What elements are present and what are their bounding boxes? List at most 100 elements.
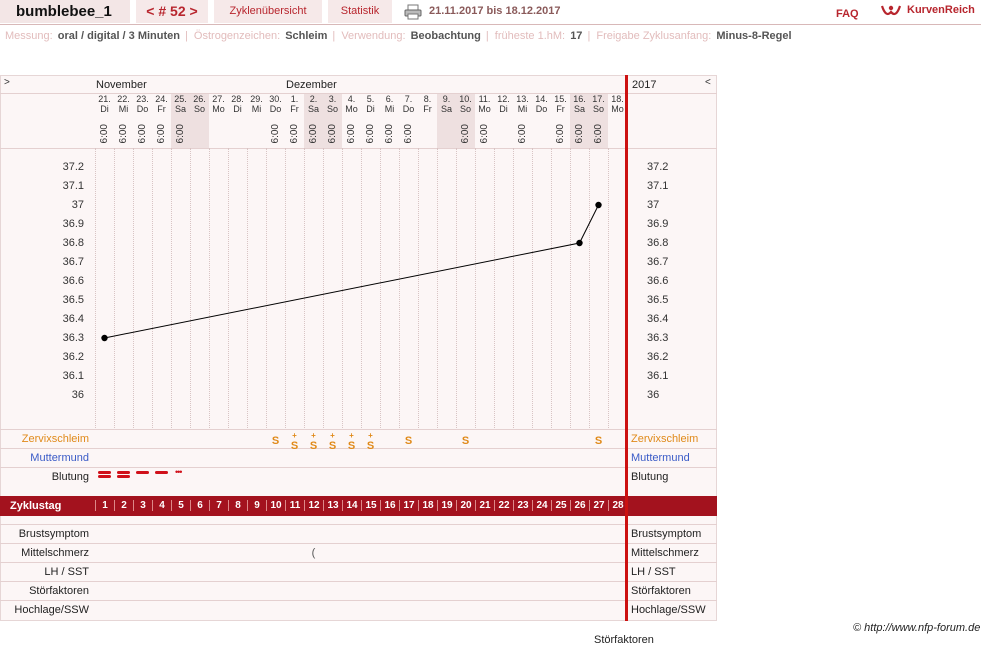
faq-link[interactable]: FAQ <box>836 8 859 20</box>
mittelschmerz-mark[interactable]: ( <box>304 548 323 559</box>
day-weekday: Mi <box>251 104 262 114</box>
day-column-header[interactable]: 29. Mi <box>247 94 266 148</box>
expand-left-toggle[interactable]: > <box>4 77 10 88</box>
cycle-selector[interactable]: < # 52 > <box>136 0 208 23</box>
day-number: 15. <box>554 94 567 104</box>
cycle-day-number[interactable]: 12 <box>304 500 323 511</box>
cycle-day-number[interactable]: 1 <box>95 500 114 511</box>
cycle-day-number[interactable]: 23 <box>513 500 532 511</box>
cycle-day-number[interactable]: 10 <box>266 500 285 511</box>
cycle-day-number[interactable]: 6 <box>190 500 209 511</box>
day-column-header[interactable]: 12. Di <box>494 94 513 148</box>
cycle-day-number[interactable]: 2 <box>114 500 133 511</box>
day-column-header[interactable]: 9. Sa <box>437 94 456 148</box>
messung-value: oral / digital / 3 Minuten <box>57 30 180 42</box>
day-weekday: Sa <box>174 104 186 114</box>
freigabe-label: Freigabe Zyklusanfang: <box>596 30 712 42</box>
cycle-day-number[interactable]: 7 <box>209 500 228 511</box>
cycle-day-number[interactable]: 20 <box>456 500 475 511</box>
temp-tick-label: 37 <box>71 199 84 211</box>
day-column-header[interactable]: 14. Do <box>532 94 551 148</box>
expand-right-toggle[interactable]: < <box>705 77 711 88</box>
measure-time: 6:00 <box>327 124 338 144</box>
cycle-day-number[interactable]: 26 <box>570 500 589 511</box>
zervix-mark[interactable]: + S <box>285 430 304 452</box>
cycle-day-number[interactable]: 14 <box>342 500 361 511</box>
cycle-day-number[interactable]: 9 <box>247 500 266 511</box>
day-column-header[interactable]: 15. Fr 6:00 <box>551 94 570 148</box>
copyright[interactable]: © http://www.nfp-forum.de <box>853 622 980 634</box>
hm-label: früheste 1.hM: <box>494 30 566 42</box>
day-column-header[interactable]: 6. Mi 6:00 <box>380 94 399 148</box>
temp-tick-label-right: 36.2 <box>647 351 669 363</box>
cycle-day-number[interactable]: 16 <box>380 500 399 511</box>
grid-line <box>418 148 419 428</box>
row-label-stoerfaktoren: Störfaktoren <box>29 585 89 597</box>
day-column-header[interactable]: 7. Do 6:00 <box>399 94 418 148</box>
day-column-header[interactable]: 24. Fr 6:00 <box>152 94 171 148</box>
cycle-day-number[interactable]: 13 <box>323 500 342 511</box>
bleeding-mark[interactable] <box>155 471 168 478</box>
bleeding-mark[interactable] <box>98 471 111 478</box>
cycle-day-number[interactable]: 5 <box>171 500 190 511</box>
cycle-day-number[interactable]: 3 <box>133 500 152 511</box>
zervix-mark[interactable]: + S <box>361 430 380 452</box>
day-column-header[interactable]: 16. Sa 6:00 <box>570 94 589 148</box>
day-column-header[interactable]: 26. So <box>190 94 209 148</box>
cycle-day-number[interactable]: 24 <box>532 500 551 511</box>
day-column-header[interactable]: 30. Do 6:00 <box>266 94 285 148</box>
day-column-header[interactable]: 27. Mo <box>209 94 228 148</box>
measure-time: 6:00 <box>308 124 319 144</box>
temp-tick-label-right: 36.8 <box>647 237 669 249</box>
grid-line <box>608 148 609 428</box>
zervix-mark[interactable]: S <box>589 436 608 447</box>
zervix-mark[interactable]: S <box>399 436 418 447</box>
day-column-header[interactable]: 10. So 6:00 <box>456 94 475 148</box>
day-column-header[interactable]: 13. Mi 6:00 <box>513 94 532 148</box>
day-column-header[interactable]: 25. Sa 6:00 <box>171 94 190 148</box>
divider <box>0 581 717 582</box>
day-column-header[interactable]: 8. Fr <box>418 94 437 148</box>
cycle-day-number[interactable]: 19 <box>437 500 456 511</box>
day-column-header[interactable]: 11. Mo 6:00 <box>475 94 494 148</box>
day-column-header[interactable]: 2. Sa 6:00 <box>304 94 323 148</box>
day-column-header[interactable]: 22. Mi 6:00 <box>114 94 133 148</box>
cycle-day-number[interactable]: 8 <box>228 500 247 511</box>
cycle-day-number[interactable]: 17 <box>399 500 418 511</box>
cycle-day-number[interactable]: 4 <box>152 500 171 511</box>
cycle-day-number[interactable]: 25 <box>551 500 570 511</box>
bleeding-mark[interactable] <box>117 471 130 478</box>
zervix-mark[interactable]: + S <box>342 430 361 452</box>
zervix-mark[interactable]: + S <box>323 430 342 452</box>
zervix-mark[interactable]: + S <box>304 430 323 452</box>
zervix-mark[interactable]: S <box>456 436 475 447</box>
day-column-header[interactable]: 4. Mo 6:00 <box>342 94 361 148</box>
cycle-day-number[interactable]: 22 <box>494 500 513 511</box>
grid-line <box>361 148 362 428</box>
measure-time: 6:00 <box>118 124 129 144</box>
day-column-header[interactable]: 23. Do 6:00 <box>133 94 152 148</box>
grid-line <box>342 148 343 428</box>
day-number: 6. <box>385 94 394 104</box>
day-column-header[interactable]: 3. So 6:00 <box>323 94 342 148</box>
tab-cycle-overview[interactable]: Zyklenübersicht <box>214 0 322 23</box>
cycle-day-number[interactable]: 15 <box>361 500 380 511</box>
cycle-day-number[interactable]: 11 <box>285 500 304 511</box>
tab-statistics[interactable]: Statistik <box>328 0 392 23</box>
bleeding-mark[interactable] <box>136 471 149 478</box>
brand-name[interactable]: KurvenReich <box>907 4 975 16</box>
day-column-header[interactable]: 17. So 6:00 <box>589 94 608 148</box>
cycle-day-number[interactable]: 27 <box>589 500 608 511</box>
day-column-header[interactable]: 1. Fr 6:00 <box>285 94 304 148</box>
printer-icon[interactable] <box>404 4 422 20</box>
zervix-mark[interactable]: S <box>266 436 285 447</box>
bleeding-mark[interactable]: ••• <box>175 468 188 477</box>
cycle-day-number[interactable]: 21 <box>475 500 494 511</box>
day-column-header[interactable]: 21. Di 6:00 <box>95 94 114 148</box>
day-number: 30. <box>269 94 282 104</box>
kurvenreich-logo-icon[interactable] <box>880 2 902 20</box>
grid-line <box>494 148 495 428</box>
day-column-header[interactable]: 28. Di <box>228 94 247 148</box>
day-column-header[interactable]: 5. Di 6:00 <box>361 94 380 148</box>
cycle-day-number[interactable]: 18 <box>418 500 437 511</box>
